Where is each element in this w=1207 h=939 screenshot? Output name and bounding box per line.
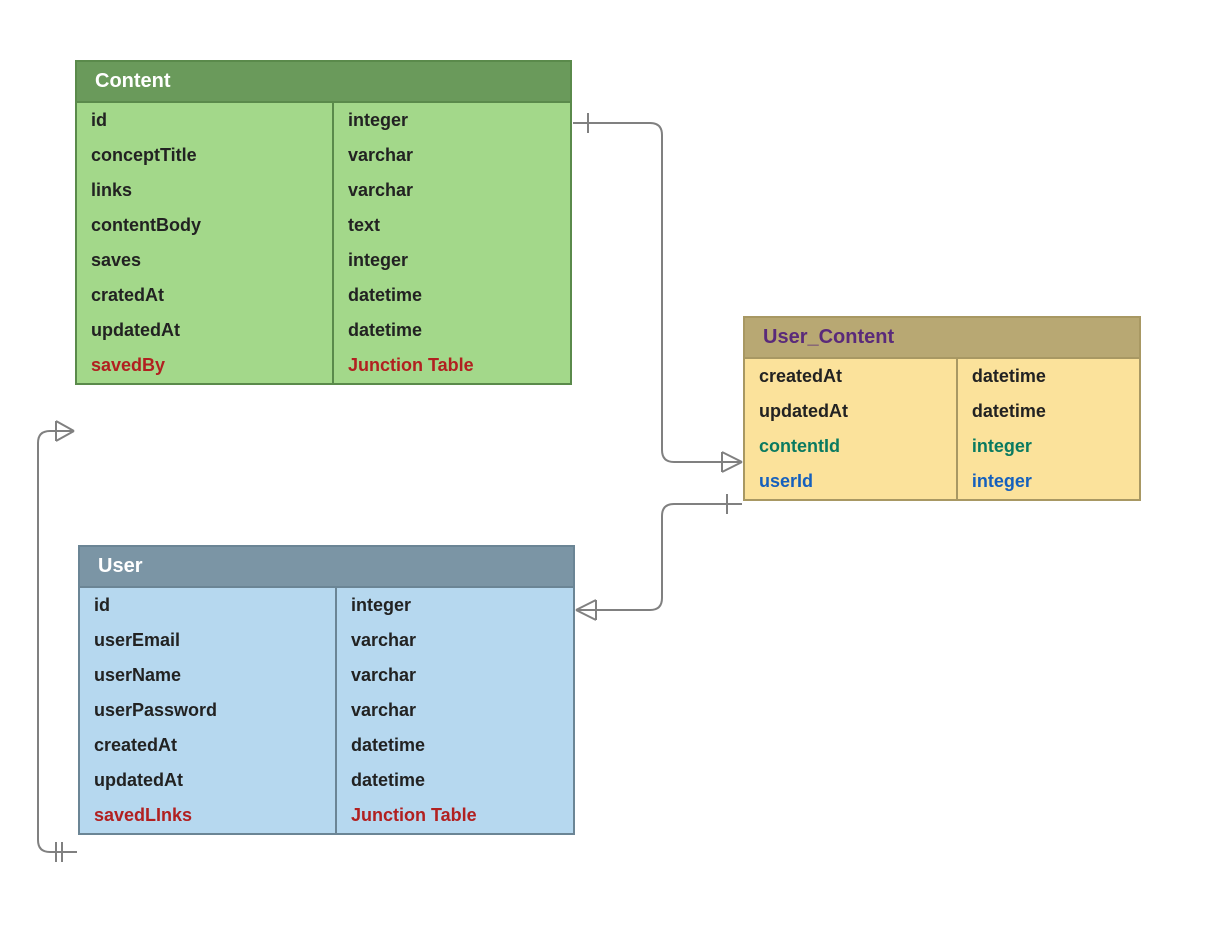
content-field-name: savedBy (77, 348, 332, 383)
content-field-name: updatedAt (77, 313, 332, 348)
user-content-field-name: contentId (745, 429, 956, 464)
user-field-type: integer (337, 588, 573, 623)
entity-content: Content idconceptTitlelinkscontentBodysa… (75, 60, 572, 385)
user-field-name: updatedAt (80, 763, 335, 798)
entity-user-content: User_Content createdAtupdatedAtcontentId… (743, 316, 1141, 501)
user-content-field-name: userId (745, 464, 956, 499)
user-content-field-type: integer (958, 429, 1139, 464)
content-field-type: integer (334, 103, 570, 138)
content-field-name: cratedAt (77, 278, 332, 313)
user-content-field-name: updatedAt (745, 394, 956, 429)
entity-user-title: User (80, 547, 573, 588)
user-field-name: userPassword (80, 693, 335, 728)
content-field-name: saves (77, 243, 332, 278)
user-field-type: varchar (337, 623, 573, 658)
entity-content-body: idconceptTitlelinkscontentBodysavescrate… (77, 103, 570, 383)
user-field-type: datetime (337, 763, 573, 798)
entity-user-content-title: User_Content (745, 318, 1139, 359)
content-field-type: datetime (334, 313, 570, 348)
content-field-type: varchar (334, 173, 570, 208)
user-field-name: userEmail (80, 623, 335, 658)
user-field-name: id (80, 588, 335, 623)
content-field-type: text (334, 208, 570, 243)
content-field-name: conceptTitle (77, 138, 332, 173)
content-field-type: varchar (334, 138, 570, 173)
content-field-type: datetime (334, 278, 570, 313)
entity-user-content-body: createdAtupdatedAtcontentIduserId dateti… (745, 359, 1139, 499)
content-field-name: contentBody (77, 208, 332, 243)
content-field-type: integer (334, 243, 570, 278)
user-content-field-type: datetime (958, 359, 1139, 394)
content-field-type: Junction Table (334, 348, 570, 383)
entity-content-title: Content (77, 62, 570, 103)
user-field-name: userName (80, 658, 335, 693)
user-field-type: varchar (337, 693, 573, 728)
content-field-name: id (77, 103, 332, 138)
user-field-name: createdAt (80, 728, 335, 763)
user-content-field-name: createdAt (745, 359, 956, 394)
er-diagram-canvas: Content idconceptTitlelinkscontentBodysa… (0, 0, 1207, 939)
user-field-type: datetime (337, 728, 573, 763)
user-field-type: Junction Table (337, 798, 573, 833)
user-content-field-type: datetime (958, 394, 1139, 429)
entity-user-body: iduserEmailuserNameuserPasswordcreatedAt… (80, 588, 573, 833)
user-field-name: savedLInks (80, 798, 335, 833)
entity-user: User iduserEmailuserNameuserPasswordcrea… (78, 545, 575, 835)
user-content-field-type: integer (958, 464, 1139, 499)
user-field-type: varchar (337, 658, 573, 693)
content-field-name: links (77, 173, 332, 208)
